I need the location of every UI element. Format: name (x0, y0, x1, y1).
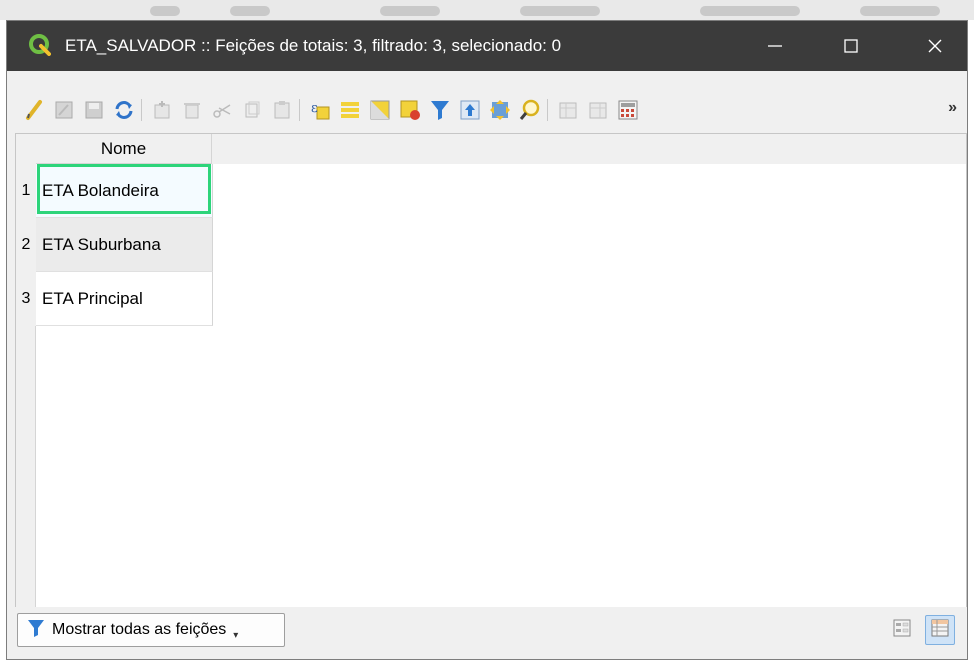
attribute-table-window: ETA_SALVADOR :: Feições de totais: 3, fi… (6, 20, 968, 660)
multi-edit-icon[interactable] (51, 97, 77, 123)
copy-icon[interactable] (239, 97, 265, 123)
table-row[interactable]: 1 ETA Bolandeira (16, 164, 213, 218)
select-by-expression-icon[interactable]: ε (307, 97, 333, 123)
table-view-icon (930, 618, 950, 643)
svg-text:ε: ε (311, 101, 318, 116)
form-view-button[interactable] (887, 615, 917, 645)
title-bar[interactable]: ETA_SALVADOR :: Feições de totais: 3, fi… (7, 21, 967, 71)
filter-icon[interactable] (427, 97, 453, 123)
maximize-button[interactable] (823, 21, 879, 71)
filter-button-label: Mostrar todas as feições (52, 621, 227, 638)
table-view-button[interactable] (925, 615, 955, 645)
column-header-label: Nome (100, 138, 147, 158)
form-view-icon (892, 618, 912, 643)
window-title: ETA_SALVADOR :: Feições de totais: 3, fi… (65, 36, 562, 55)
add-feature-icon[interactable] (149, 97, 175, 123)
table-corner[interactable] (16, 134, 36, 164)
cut-icon[interactable] (209, 97, 235, 123)
filter-icon (26, 618, 46, 643)
close-button[interactable] (907, 21, 963, 71)
minimize-button[interactable] (747, 21, 803, 71)
table-cell-nome[interactable]: ETA Suburbana (36, 218, 213, 272)
pan-to-selection-icon[interactable] (487, 97, 513, 123)
delete-feature-icon[interactable] (179, 97, 205, 123)
toolbar-overflow-button[interactable]: » (948, 99, 957, 117)
new-field-icon[interactable] (555, 97, 581, 123)
delete-field-icon[interactable] (585, 97, 611, 123)
invert-selection-icon[interactable] (367, 97, 393, 123)
bottom-bar: Mostrar todas as feições ▾ (7, 607, 967, 659)
dropdown-arrow-icon: ▾ (233, 629, 239, 641)
paste-icon[interactable] (269, 97, 295, 123)
table-row[interactable]: 3 ETA Principal (16, 272, 213, 326)
deselect-all-icon[interactable] (397, 97, 423, 123)
row-number[interactable]: 3 (16, 272, 36, 326)
field-calculator-icon[interactable] (615, 97, 641, 123)
column-header-nome[interactable]: Nome (36, 134, 212, 164)
row-number[interactable]: 1 (16, 164, 36, 218)
select-all-icon[interactable] (337, 97, 363, 123)
header-empty-area (212, 134, 966, 164)
row-number[interactable]: 2 (16, 218, 36, 272)
table-cell-nome[interactable]: ETA Principal (36, 272, 213, 326)
zoom-to-selection-icon[interactable] (517, 97, 543, 123)
edit-pencil-icon[interactable] (21, 97, 47, 123)
save-edits-icon[interactable] (81, 97, 107, 123)
move-selection-top-icon[interactable] (457, 97, 483, 123)
qgis-logo-icon (29, 34, 51, 56)
reload-icon[interactable] (111, 97, 137, 123)
table-row[interactable]: 2 ETA Suburbana (16, 218, 213, 272)
show-all-features-button[interactable]: Mostrar todas as feições ▾ (17, 613, 285, 647)
background-window-strip (0, 0, 974, 20)
table-cell-nome[interactable]: ETA Bolandeira (36, 164, 213, 218)
attribute-table[interactable]: Nome 1 ETA Bolandeira 2 ETA Suburbana 3 … (15, 133, 967, 611)
